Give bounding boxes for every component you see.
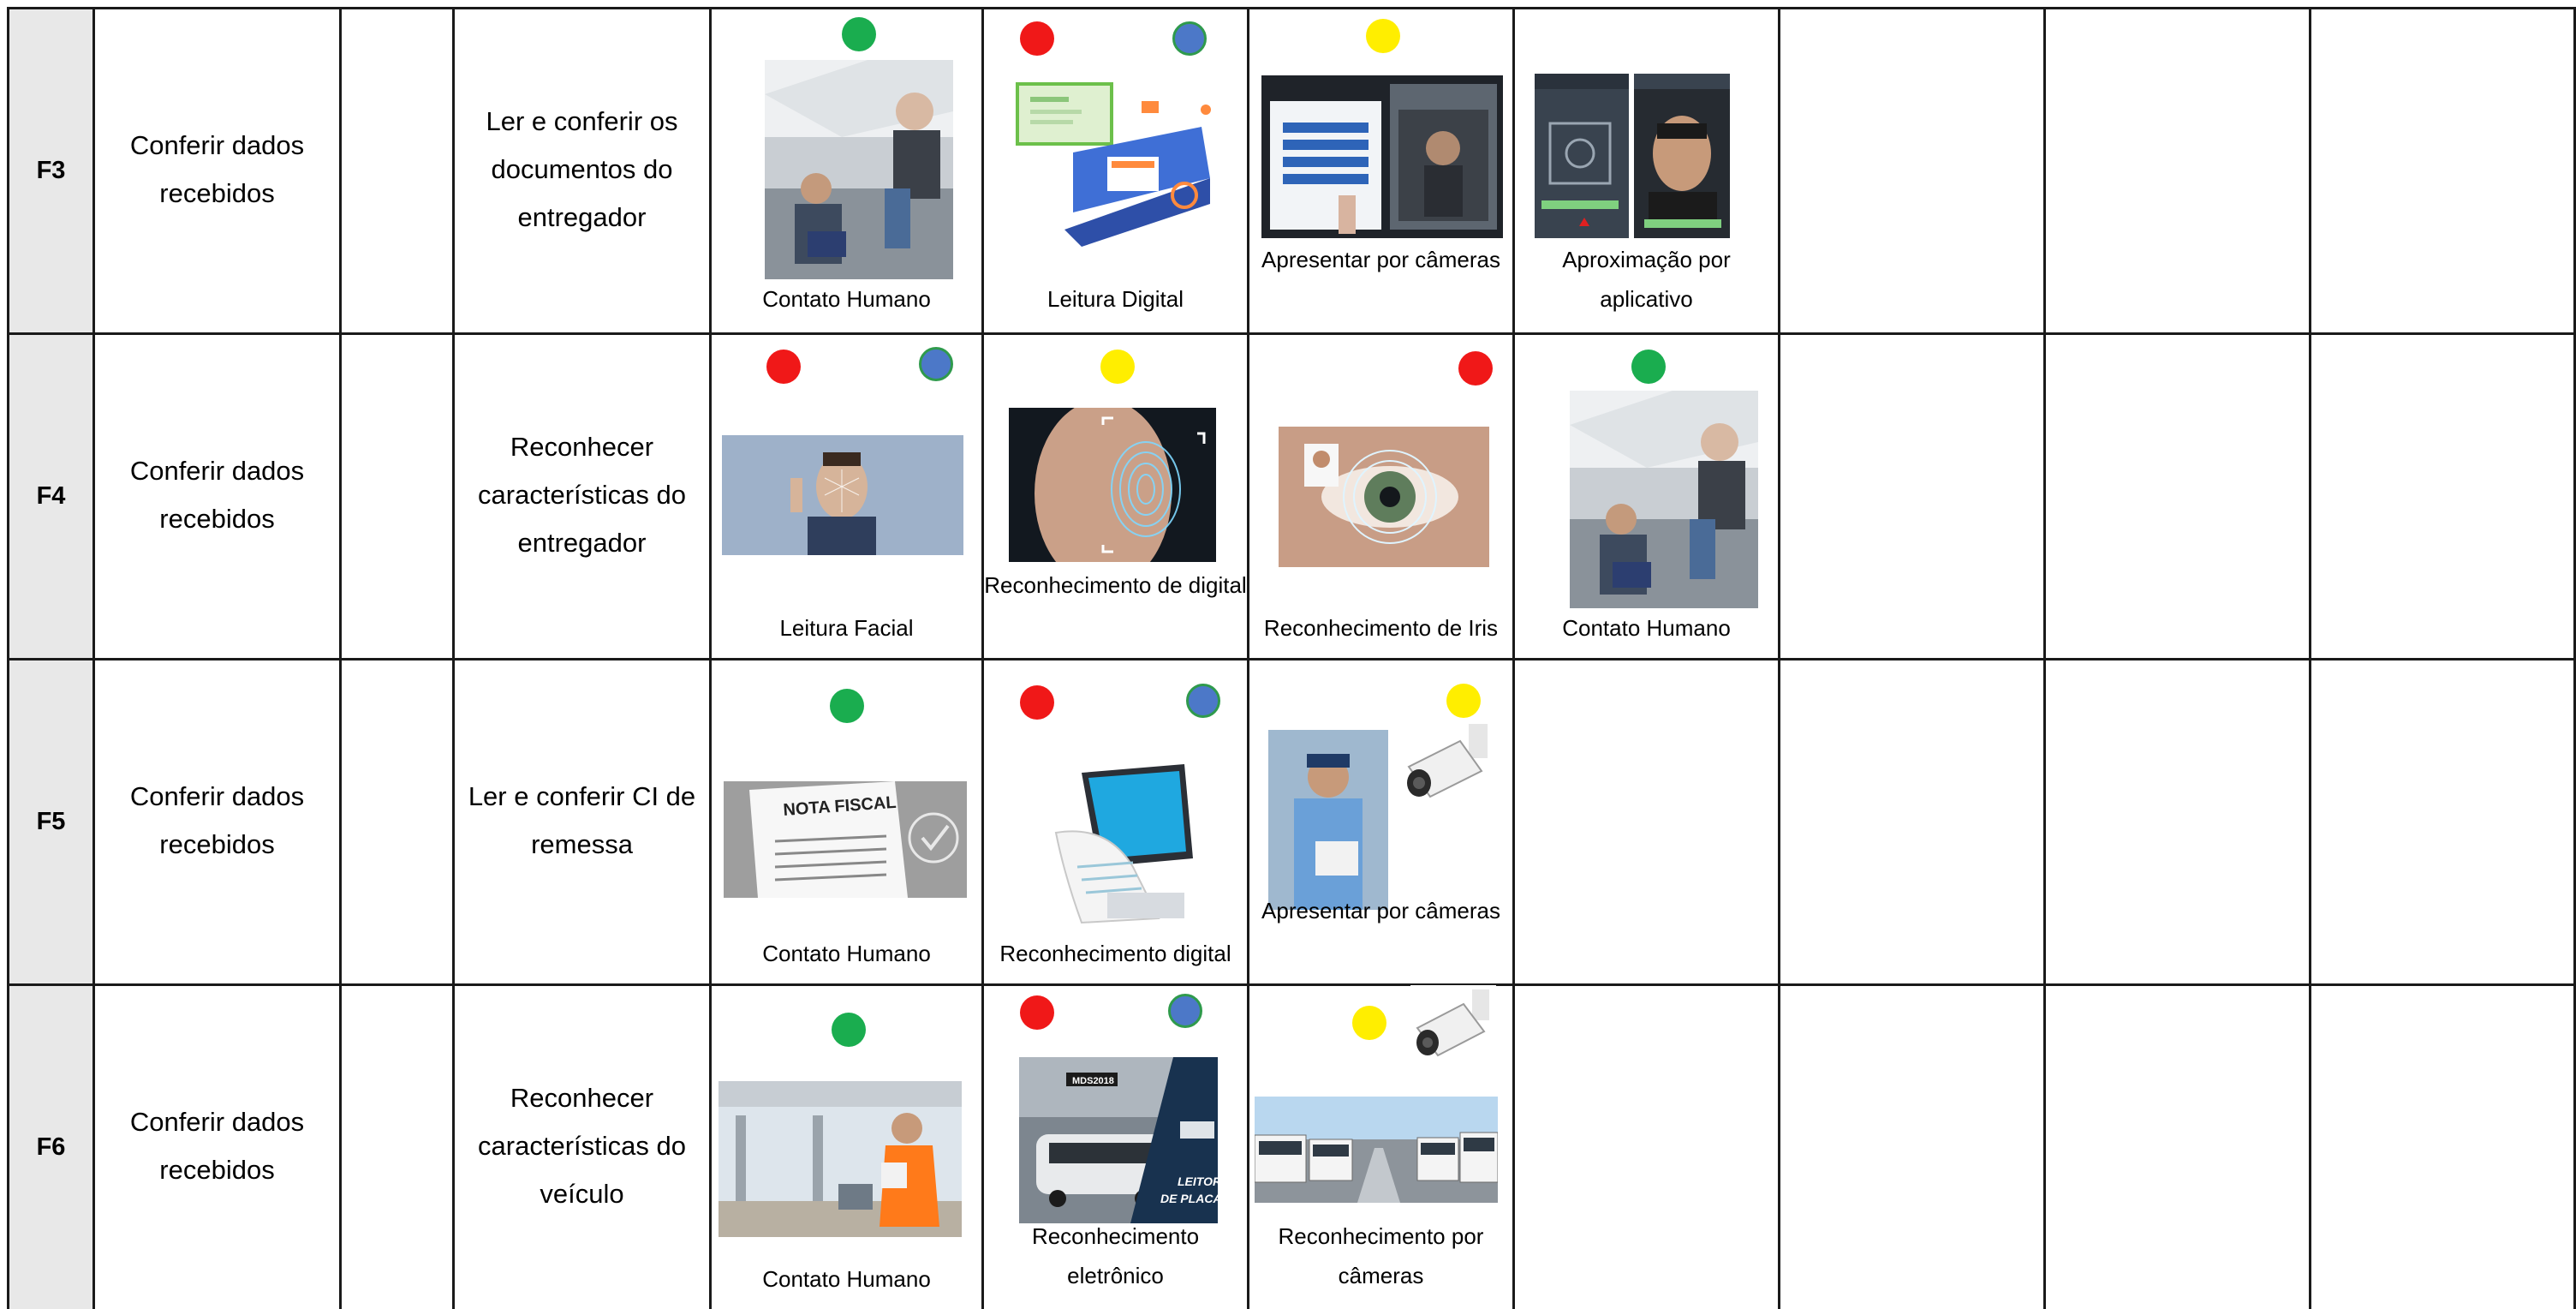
green-marker (832, 1013, 866, 1047)
option-cell: Contato Humano (712, 983, 981, 1309)
option-cell: Reconhecimento de digital (984, 332, 1247, 658)
truck-driver-photo (765, 60, 953, 279)
option-caption: Contato Humano (1562, 615, 1731, 641)
truck-driver-photo (1570, 391, 1758, 608)
option-cell: Leitura Digital (984, 7, 1247, 332)
green-marker (830, 689, 864, 723)
blue-marker (919, 347, 953, 381)
leitor-label: LEITOR (1178, 1175, 1218, 1188)
option-cell: MDS2018 LEITOR DE PLACA Reconhecimento ele… (984, 983, 1247, 1309)
green-marker (842, 17, 876, 51)
red-marker (1020, 995, 1054, 1030)
option-cell: Contato Humano (712, 7, 981, 332)
row-id: F5 (9, 660, 92, 983)
option-caption: Reconhecimento de digital (984, 572, 1247, 598)
option-caption: Contato Humano (762, 1266, 931, 1292)
option-caption: Reconhecimento por câmeras (1278, 1223, 1484, 1288)
row-id: F4 (9, 335, 92, 658)
group-cell: Conferir dados recebidos (129, 1107, 305, 1185)
mds2018-label: MDS2018 (1072, 1076, 1114, 1086)
option-caption: Leitura Digital (1047, 286, 1184, 312)
activity-cell: Ler e conferir os documentos do entregad… (486, 106, 678, 232)
gate-inspector-photo (719, 1081, 962, 1237)
de-placa-label: DE PLACA (1160, 1192, 1218, 1205)
table-row-f6: F6 Conferir dados recebidos Reconhecer c… (7, 983, 2576, 1309)
option-cell: Reconhecimento por câmeras (1249, 983, 1512, 1309)
security-camera-icon (1400, 720, 1494, 814)
option-caption: Aproximação por aplicativo (1562, 247, 1731, 312)
yellow-marker (1352, 1006, 1386, 1040)
tablet-invoice-illustration (1030, 764, 1202, 927)
option-cell: Contato Humano (1515, 332, 1778, 658)
option-caption: Contato Humano (762, 286, 931, 312)
activity-cell: Ler e conferir CI de remessa (468, 781, 696, 859)
group-cell: Conferir dados recebidos (129, 130, 305, 208)
blue-marker (1168, 994, 1202, 1028)
truck-yard-camera-photo (1255, 1097, 1498, 1203)
facial-scan-photo (722, 435, 963, 555)
option-caption: Apresentar por câmeras (1261, 247, 1500, 272)
activity-cell: Reconhecer características do entregador (478, 432, 686, 558)
digital-document-illustration (1013, 75, 1219, 247)
delivery-man-camera-photo (1268, 730, 1388, 910)
option-cell: Reconhecimento digital (984, 658, 1247, 983)
table-row-f3: F3 Conferir dados recebidos Ler e confer… (7, 7, 2576, 332)
group-cell: Conferir dados recebidos (129, 456, 305, 534)
option-cell: Apresentar por câmeras (1249, 658, 1512, 983)
table-row-f4: F4 Conferir dados recebidos Reconhecer c… (7, 332, 2576, 658)
fingerprint-photo (1009, 408, 1216, 562)
green-marker (1631, 350, 1666, 384)
activity-cell: Reconhecer características do veículo (478, 1083, 686, 1209)
security-camera-icon (1410, 985, 1496, 1071)
option-caption: Reconhecimento eletrônico (1031, 1223, 1200, 1288)
option-cell: Reconhecimento de Iris (1249, 332, 1512, 658)
option-caption: Reconhecimento digital (999, 941, 1231, 966)
option-caption: Apresentar por câmeras (1261, 898, 1500, 923)
red-marker (1020, 21, 1054, 56)
face-app-screens (1533, 72, 1732, 240)
nota-fiscal-photo: NOTA FISCAL (724, 781, 967, 898)
plate-reader-photo: MDS2018 LEITOR DE PLACA (1019, 1057, 1218, 1223)
red-marker (1020, 685, 1054, 720)
iris-scan-photo (1279, 427, 1489, 567)
row-id: F3 (9, 9, 92, 332)
option-caption: Reconhecimento de Iris (1263, 615, 1499, 641)
option-caption: Leitura Facial (779, 615, 914, 641)
blue-marker (1186, 684, 1220, 718)
blue-marker (1172, 21, 1207, 56)
option-cell: Leitura Facial (712, 332, 981, 658)
yellow-marker (1100, 350, 1135, 384)
table-row-f5: F5 Conferir dados recebidos Ler e confer… (7, 658, 2576, 983)
option-cell: Aproximação por aplicativo (1515, 7, 1778, 332)
red-marker (1458, 351, 1493, 386)
yellow-marker (1366, 19, 1400, 53)
row-id: F6 (9, 986, 92, 1309)
option-cell: Apresentar por câmeras (1249, 7, 1512, 332)
group-cell: Conferir dados recebidos (129, 781, 305, 859)
option-cell: NOTA FISCAL Contato Humano (712, 658, 981, 983)
camera-kiosk-photo (1261, 75, 1503, 238)
option-caption: Contato Humano (762, 941, 931, 966)
yellow-marker (1446, 684, 1481, 718)
red-marker (766, 350, 801, 384)
